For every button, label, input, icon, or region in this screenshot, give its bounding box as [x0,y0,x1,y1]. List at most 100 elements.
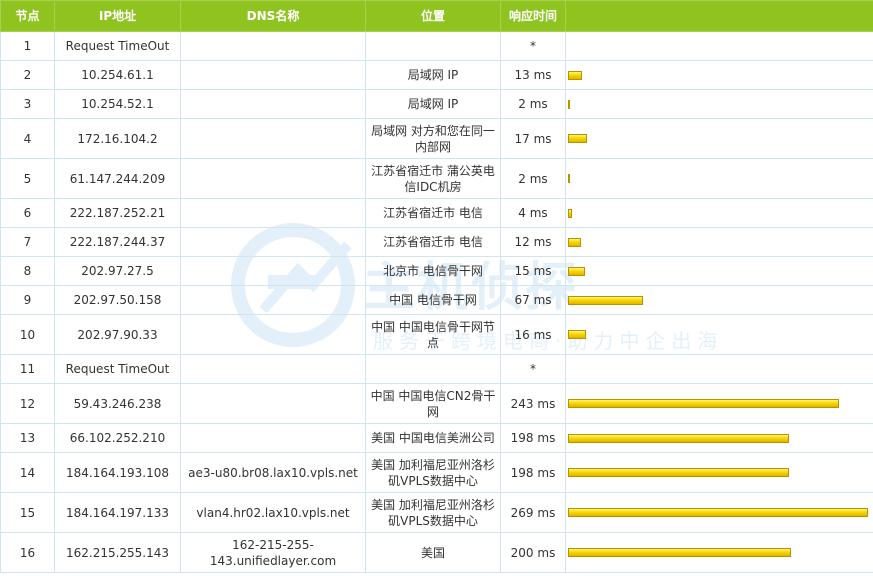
table-row: 11 Request TimeOut * [0,354,873,384]
cell-ip: 10.254.52.1 [54,89,181,119]
cell-node: 14 [0,452,55,493]
cell-time: 4 ms [500,198,566,228]
cell-dns [180,383,366,424]
cell-bar [565,158,873,199]
table-row: 14 184.164.193.108 ae3-u80.br08.lax10.vpls… [0,452,873,493]
cell-location [365,31,501,61]
table-header: 节点 IP地址 DNS名称 位置 响应时间 [0,0,873,32]
cell-bar [565,31,873,61]
cell-location: 江苏省宿迁市 蒲公英电信IDC机房 [365,158,501,199]
cell-ip: 184.164.197.133 [54,492,181,533]
cell-time: 13 ms [500,60,566,90]
response-time-bar [568,295,643,305]
cell-bar [565,60,873,90]
col-header-ip[interactable]: IP地址 [54,0,181,32]
table-row: 4 172.16.104.2 局域网 对方和您在同一内部网 17 ms [0,118,873,159]
cell-ip: 172.16.104.2 [54,118,181,159]
table-body: 1 Request TimeOut * 2 10.254.61.1 局域网 IP 13 ms… [0,31,873,573]
cell-ip: Request TimeOut [54,354,181,384]
cell-bar [565,198,873,228]
cell-bar [565,383,873,424]
table-row: 5 61.147.244.209 江苏省宿迁市 蒲公英电信IDC机房 2 ms [0,158,873,199]
cell-dns: 162-215-255-143.unifiedlayer.com [180,532,366,573]
cell-node: 2 [0,60,55,90]
col-header-node[interactable]: 节点 [0,0,55,32]
response-time-bar [568,508,868,517]
cell-dns: vlan4.hr02.lax10.vpls.net [180,492,366,533]
cell-ip: 202.97.90.33 [54,314,181,355]
cell-time: 12 ms [500,227,566,257]
cell-dns [180,354,366,384]
cell-node: 7 [0,227,55,257]
table-row: 7 222.187.244.37 江苏省宿迁市 电信 12 ms [0,227,873,257]
cell-location: 江苏省宿迁市 电信 [365,198,501,228]
cell-ip: 222.187.252.21 [54,198,181,228]
table-row: 8 202.97.27.5 北京市 电信骨干网 15 ms [0,256,873,286]
cell-time: 243 ms [500,383,566,424]
cell-node: 12 [0,383,55,424]
col-header-dns[interactable]: DNS名称 [180,0,366,32]
cell-ip: 66.102.252.210 [54,423,181,453]
cell-node: 1 [0,31,55,61]
cell-bar [565,452,873,493]
col-header-location[interactable]: 位置 [365,0,501,32]
response-time-bar [568,134,587,143]
cell-ip: 222.187.244.37 [54,227,181,257]
cell-bar [565,285,873,315]
response-time-bar [568,548,791,557]
cell-node: 3 [0,89,55,119]
cell-location: 美国 加利福尼亚州洛杉矶VPLS数据中心 [365,492,501,533]
cell-time: 198 ms [500,423,566,453]
cell-time: 2 ms [500,89,566,119]
cell-time: 17 ms [500,118,566,159]
cell-location: 局域网 对方和您在同一内部网 [365,118,501,159]
cell-location: 中国 中国电信骨干网节点 [365,314,501,355]
cell-time: 2 ms [500,158,566,199]
cell-bar [565,89,873,119]
cell-ip: 202.97.50.158 [54,285,181,315]
cell-bar [565,256,873,286]
cell-time: * [500,31,566,61]
cell-bar [565,492,873,533]
cell-dns [180,227,366,257]
response-time-bar [568,174,570,183]
cell-dns [180,314,366,355]
cell-bar [565,118,873,159]
cell-node: 15 [0,492,55,533]
cell-dns [180,89,366,119]
cell-node: 16 [0,532,55,573]
cell-node: 9 [0,285,55,315]
cell-bar [565,354,873,384]
response-time-bar [568,399,839,408]
cell-location: 中国 电信骨干网 [365,285,501,315]
table-row: 13 66.102.252.210 美国 中国电信美洲公司 198 ms [0,423,873,453]
cell-time: 269 ms [500,492,566,533]
cell-ip: 59.43.246.238 [54,383,181,424]
response-time-bar [568,433,789,443]
cell-node: 10 [0,314,55,355]
response-time-bar [568,208,572,218]
cell-location: 中国 中国电信CN2骨干网 [365,383,501,424]
cell-location: 江苏省宿迁市 电信 [365,227,501,257]
cell-ip: 61.147.244.209 [54,158,181,199]
response-time-bar [568,468,789,477]
table-row: 16 162.215.255.143 162-215-255-143.unified… [0,532,873,573]
cell-bar [565,227,873,257]
cell-node: 6 [0,198,55,228]
cell-dns [180,285,366,315]
cell-dns [180,198,366,228]
cell-bar [565,423,873,453]
cell-location: 美国 中国电信美洲公司 [365,423,501,453]
col-header-time[interactable]: 响应时间 [500,0,566,32]
cell-dns [180,118,366,159]
cell-ip: Request TimeOut [54,31,181,61]
response-time-bar [568,70,582,80]
cell-ip: 202.97.27.5 [54,256,181,286]
response-time-bar [568,330,586,339]
cell-dns [180,158,366,199]
cell-time: 198 ms [500,452,566,493]
cell-node: 13 [0,423,55,453]
cell-dns: ae3-u80.br08.lax10.vpls.net [180,452,366,493]
col-header-bar [565,0,873,32]
cell-time: 67 ms [500,285,566,315]
